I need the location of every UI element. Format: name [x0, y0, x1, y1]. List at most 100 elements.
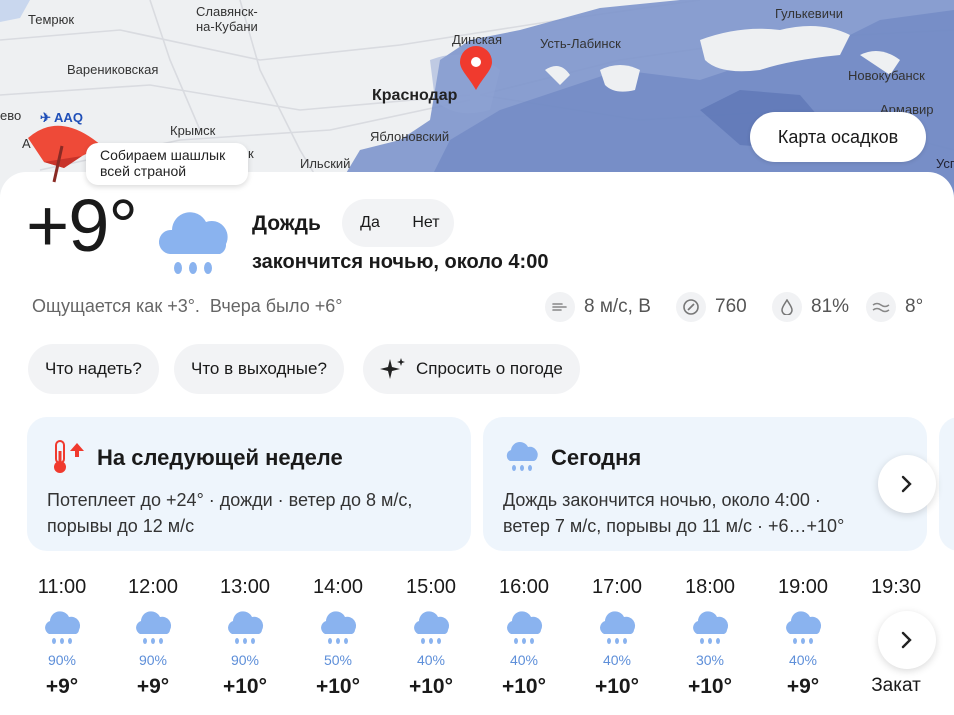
next-card-edge[interactable] [939, 417, 954, 551]
yesterday-temp: Вчера было +6° [209, 296, 343, 316]
condition-subtitle: закончится ночью, около 4:00 [252, 251, 549, 273]
hour-time: 14:00 [312, 576, 364, 598]
map-label-varenikovskaya: Варениковская [67, 62, 159, 77]
rain-cloud-icon [680, 608, 740, 648]
feels-like-line: Ощущается как +3°. Вчера было +6° [32, 296, 352, 317]
precipitation-map-button[interactable]: Карта осадков [750, 112, 926, 162]
rain-cloud-icon [308, 608, 368, 648]
location-pin-icon[interactable] [458, 46, 494, 92]
promo-tooltip[interactable]: Собираем шашлык всей страной [86, 143, 248, 185]
map-label-yablonovsky: Яблоновский [370, 129, 450, 144]
precipitation-map[interactable]: Темрюк Славянск- на-Кубани Гулькевичи Ди… [0, 0, 954, 200]
map-label-k: к [248, 146, 254, 161]
hour-temp: Закат [871, 675, 921, 696]
current-temperature: +9° [26, 184, 138, 267]
map-label-slavyansk: Славянск- на-Кубани [196, 4, 258, 34]
yes-button[interactable]: Да [342, 214, 398, 232]
humidity-metric[interactable]: 81% [772, 292, 849, 322]
chip-weekend[interactable]: Что в выходные? [174, 344, 344, 394]
sparkle-icon [380, 358, 405, 379]
hour-temp: +10° [501, 675, 547, 698]
precip-probability: 40% [602, 652, 632, 668]
rain-cloud-icon [32, 608, 92, 648]
hourly-item[interactable]: 18:00 30% +10° [680, 576, 740, 699]
hour-temp: +10° [315, 675, 361, 698]
thermometer-up-icon [54, 440, 84, 473]
rain-cloud-icon [506, 442, 538, 471]
hour-temp: +10° [594, 675, 640, 698]
chip-ask-weather[interactable]: Спросить о погоде [363, 344, 580, 394]
next-week-title: На следующей неделе [97, 445, 343, 470]
cards-next-button[interactable] [878, 455, 936, 513]
today-card[interactable]: Сегодня Дождь закончится ночью, около 4:… [483, 417, 927, 551]
water-temp-value: 8° [905, 296, 924, 317]
hour-temp: +9° [786, 675, 820, 698]
precip-probability: 90% [230, 652, 260, 668]
today-title: Сегодня [551, 445, 642, 470]
hourly-next-button[interactable] [878, 611, 936, 669]
rain-cloud-icon [123, 608, 183, 648]
map-label-gulkevichi: Гулькевичи [775, 6, 844, 21]
map-label-krymsk: Крымск [170, 123, 216, 138]
map-label-anapa: ево [0, 108, 22, 123]
hour-time: 15:00 [405, 576, 457, 598]
wind-icon [545, 292, 575, 322]
hourly-item[interactable]: 13:00 90% +10° [215, 576, 275, 699]
precip-probability: 40% [788, 652, 818, 668]
no-button[interactable]: Нет [398, 214, 454, 232]
map-label-usp: Усп [936, 156, 954, 171]
rain-cloud-icon [215, 608, 275, 648]
chip-label: Что надеть? [45, 359, 142, 378]
hour-temp: +10° [408, 675, 454, 698]
map-label-novokubansk: Новокубанск [848, 68, 925, 83]
map-label-ilsky: Ильский [300, 156, 351, 171]
hour-temp: +9° [45, 675, 79, 698]
rain-cloud-icon [494, 608, 554, 648]
hourly-item[interactable]: 19:00 40% +9° [773, 576, 833, 699]
hourly-item[interactable]: 15:00 40% +10° [401, 576, 461, 699]
next-week-card[interactable]: На следующей неделе Потеплеет до +24° · … [27, 417, 471, 551]
map-label-dinskaya: Динская [452, 32, 502, 47]
hour-temp: +10° [687, 675, 733, 698]
humidity-value: 81% [811, 296, 850, 317]
water-temp-metric[interactable]: 8° [866, 292, 923, 322]
wind-value: 8 м/с, В [584, 296, 651, 317]
chip-label: Спросить о погоде [416, 359, 563, 378]
rain-cloud-icon [773, 608, 833, 648]
promo-text: Собираем шашлык всей страной [100, 147, 226, 179]
feedback-toggle: Да Нет [342, 199, 454, 247]
hourly-item[interactable]: 11:00 90% +9° [32, 576, 92, 699]
pressure-gauge-icon [676, 292, 706, 322]
rain-cloud-icon [401, 608, 461, 648]
waves-icon [866, 292, 896, 322]
next-week-text: Потеплеет до +24° · дожди · ветер до 8 м… [47, 490, 413, 536]
hour-time: 13:00 [219, 576, 271, 598]
today-text: Дождь закончится ночью, около 4:00 · вет… [503, 490, 845, 536]
droplet-icon [772, 292, 802, 322]
hourly-item[interactable]: 16:00 40% +10° [494, 576, 554, 699]
hourly-item[interactable]: 14:00 50% +10° [308, 576, 368, 699]
map-label-temryuk: Темрюк [28, 12, 75, 27]
hour-time: 19:00 [777, 576, 829, 598]
precip-probability: 90% [138, 652, 168, 668]
precip-probability: 30% [695, 652, 725, 668]
precip-probability: 40% [416, 652, 446, 668]
condition-title: Дождь [252, 212, 321, 235]
chevron-right-icon [901, 631, 912, 649]
hour-time: 18:00 [684, 576, 736, 598]
hourly-item[interactable]: 12:00 90% +9° [123, 576, 183, 699]
hourly-item[interactable]: 17:00 40% +10° [587, 576, 647, 699]
pressure-metric[interactable]: 760 [676, 292, 747, 322]
chip-what-to-wear[interactable]: Что надеть? [28, 344, 159, 394]
chip-label: Что в выходные? [191, 359, 327, 378]
chevron-right-icon [901, 475, 912, 493]
hour-temp: +9° [136, 675, 170, 698]
map-label-ust-labinsk: Усть-Лабинск [540, 36, 621, 51]
rain-cloud-icon [158, 212, 228, 274]
map-label-krasnodar: Краснодар [372, 87, 458, 104]
hour-time: 16:00 [498, 576, 550, 598]
wind-metric[interactable]: 8 м/с, В [545, 292, 651, 322]
precip-probability: 40% [509, 652, 539, 668]
feels-like: Ощущается как +3°. [32, 296, 200, 316]
rain-cloud-icon [587, 608, 647, 648]
